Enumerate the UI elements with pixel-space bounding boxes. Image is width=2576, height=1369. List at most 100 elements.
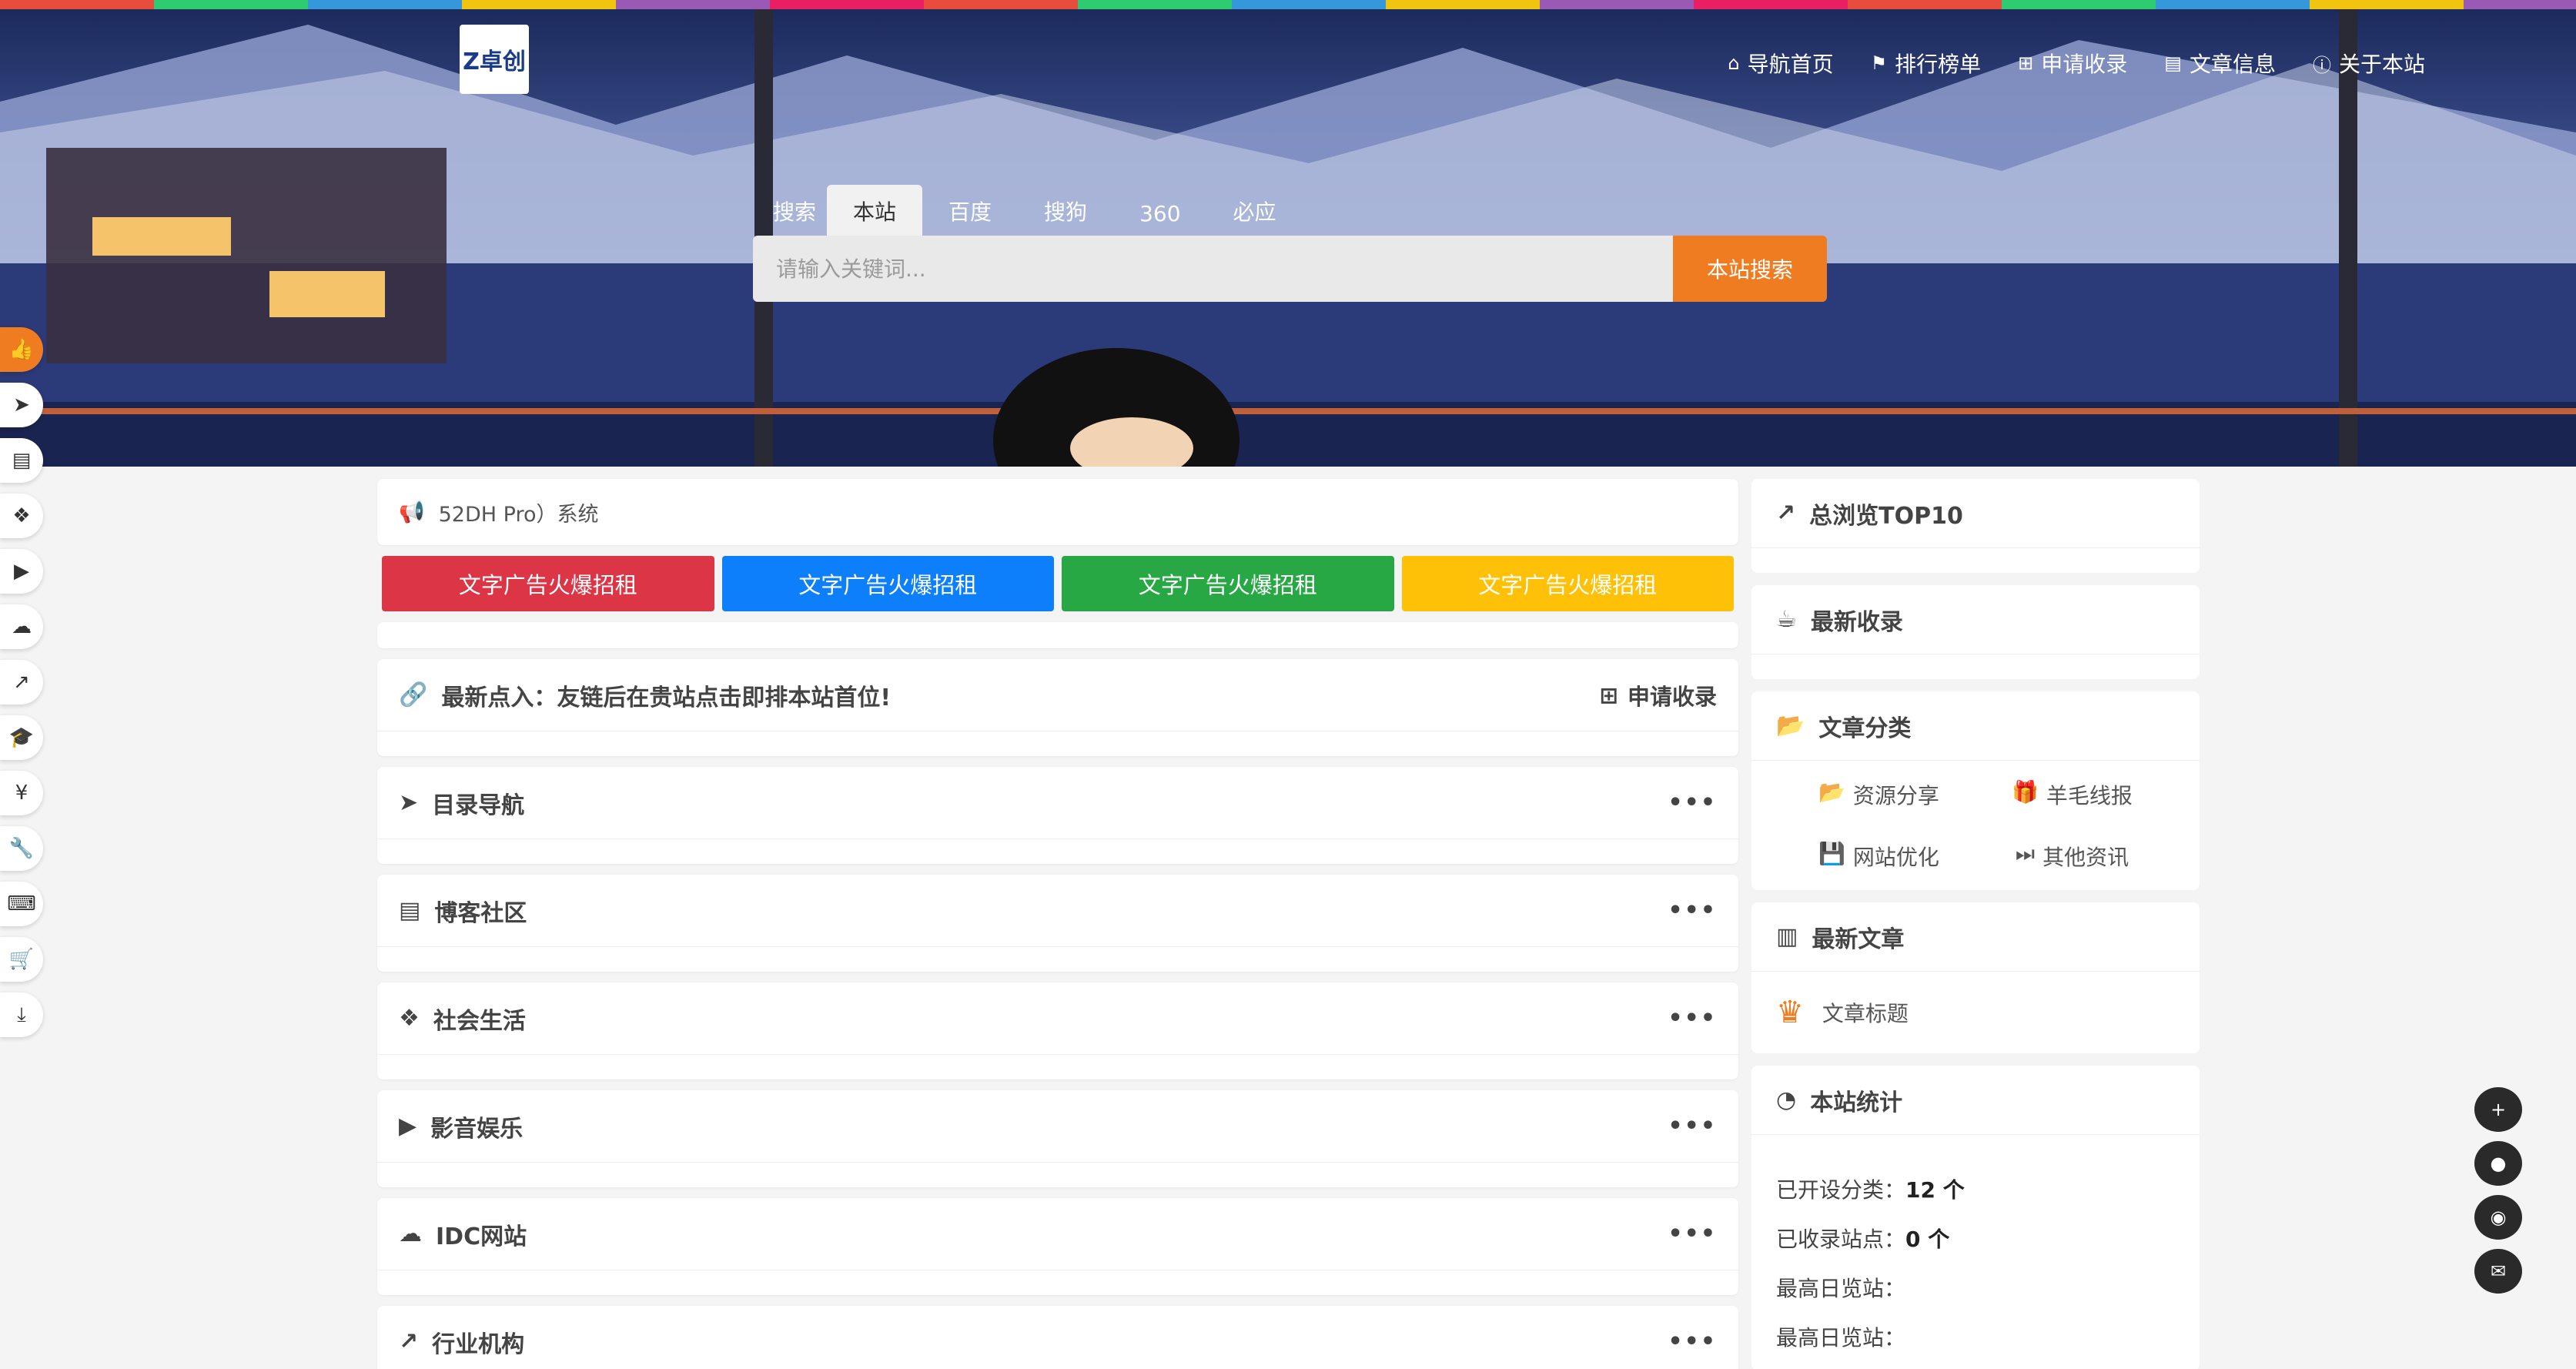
sidebar-wrench[interactable]: 🔧 bbox=[0, 826, 43, 871]
cubes-icon: ❖ bbox=[399, 1005, 420, 1032]
section-card: ☁ IDC网站 ••• bbox=[377, 1198, 1738, 1295]
article-item[interactable]: ♛ 文章标题 bbox=[1751, 972, 2200, 1053]
mail-button[interactable]: ✉ bbox=[2474, 1249, 2522, 1294]
search-box: 本站搜索 bbox=[753, 236, 1827, 302]
thumbs-up-icon: 👍 bbox=[8, 338, 35, 361]
more-icon[interactable]: ••• bbox=[1668, 789, 1717, 816]
apply-link[interactable]: ⊞ 申请收录 bbox=[1600, 679, 1717, 711]
nav-articles[interactable]: ▤ 文章信息 bbox=[2164, 48, 2276, 79]
sidebar-keyboard[interactable]: ⌨ bbox=[0, 882, 43, 926]
link-icon: 🔗 bbox=[399, 681, 428, 708]
top-nav: ⌂ 导航首页 ⚑ 排行榜单 ⊞ 申请收录 ▤ 文章信息 ⓘ 关于本站 bbox=[1728, 48, 2425, 79]
sidebar-youtube[interactable]: ▶ bbox=[0, 549, 43, 594]
tab-bing[interactable]: 必应 bbox=[1207, 185, 1303, 237]
article-category-header: 📂 文章分类 bbox=[1751, 691, 2200, 761]
download-icon: ⤓ bbox=[17, 1002, 26, 1026]
category-deals[interactable]: 🎁 羊毛线报 bbox=[1975, 779, 2169, 810]
sidebar-line-chart[interactable]: ↗ bbox=[0, 660, 43, 705]
latest-articles-card: ▥ 最新文章 ♛ 文章标题 bbox=[1751, 902, 2200, 1053]
more-icon[interactable]: ••• bbox=[1668, 1328, 1717, 1355]
wechat-button[interactable]: ◉ bbox=[2474, 1195, 2522, 1240]
nav-ranking[interactable]: ⚑ 排行榜单 bbox=[1871, 48, 1982, 79]
section-card: ↗ 行业机构 ••• bbox=[377, 1306, 1738, 1369]
section-title: 行业机构 bbox=[432, 1331, 525, 1358]
latest-in-header: 🔗 最新点入：友链后在贵站点击即排本站首位! ⊞ 申请收录 bbox=[377, 659, 1738, 731]
right-sidebar: ↗ 总浏览TOP10 ☕ 最新收录 📂 文章分类 📂 资源分享 🎁 羊毛线报 💾 网站优化 … bbox=[1751, 479, 2200, 1369]
ad-slot-1[interactable]: 文字广告火爆招租 bbox=[382, 556, 714, 611]
latest-articles-header: ▥ 最新文章 bbox=[1751, 902, 2200, 972]
section-card: ▶ 影音娱乐 ••• bbox=[377, 1090, 1738, 1187]
sidebar-thumbs-up[interactable]: 👍 bbox=[0, 327, 43, 372]
more-icon[interactable]: ••• bbox=[1668, 1005, 1717, 1032]
sidebar-yen[interactable]: ¥ bbox=[0, 771, 43, 815]
crown-icon: ♛ bbox=[1776, 995, 1804, 1030]
gift-icon: 🎁 bbox=[2012, 779, 2039, 805]
add-button[interactable]: + bbox=[2474, 1087, 2522, 1132]
section-header: ❖ 社会生活 ••• bbox=[377, 982, 1738, 1055]
top10-header: ↗ 总浏览TOP10 bbox=[1751, 479, 2200, 548]
category-other-news[interactable]: ⏭ 其他资讯 bbox=[1975, 841, 2169, 872]
stat-categories: 已开设分类：12 个 bbox=[1776, 1177, 1965, 1203]
section-header: ▤ 博客社区 ••• bbox=[377, 875, 1738, 947]
paper-plane-icon: ➤ bbox=[399, 789, 419, 816]
file-icon: ▤ bbox=[12, 449, 32, 472]
fast-forward-icon: ⏭ bbox=[2015, 841, 2036, 866]
category-resource-share[interactable]: 📂 资源分享 bbox=[1782, 779, 1975, 810]
home-icon: ⌂ bbox=[1728, 52, 1740, 74]
cart-icon: 🛒 bbox=[8, 948, 35, 971]
category-seo[interactable]: 💾 网站优化 bbox=[1782, 841, 1975, 872]
more-icon[interactable]: ••• bbox=[1668, 897, 1717, 924]
tab-site[interactable]: 本站 bbox=[827, 185, 923, 237]
tab-baidu[interactable]: 百度 bbox=[922, 185, 1018, 237]
nav-apply[interactable]: ⊞ 申请收录 bbox=[2018, 48, 2127, 79]
cloud-icon: ☁ bbox=[12, 615, 32, 638]
coffee-icon: ☕ bbox=[1776, 606, 1797, 633]
sidebar-download[interactable]: ⤓ bbox=[0, 992, 43, 1037]
notice-bar: 📢 52DH Pro）系统 bbox=[377, 479, 1738, 545]
sidebar-cloud[interactable]: ☁ bbox=[0, 604, 43, 649]
line-chart-icon: ↗ bbox=[1776, 500, 1796, 527]
youtube-icon: ▶ bbox=[14, 560, 29, 583]
top-color-stripe bbox=[0, 0, 2576, 9]
search-engine-tabs: 搜索 本站 百度 搜狗 360 必应 bbox=[762, 185, 1303, 237]
ad-slot-3[interactable]: 文字广告火爆招租 bbox=[1062, 556, 1394, 611]
cloud-icon: ☁ bbox=[399, 1220, 422, 1247]
nav-home[interactable]: ⌂ 导航首页 bbox=[1728, 48, 1833, 79]
keyboard-icon: ⌨ bbox=[7, 892, 36, 915]
site-logo[interactable]: Z卓创 bbox=[460, 25, 529, 94]
tab-sogou[interactable]: 搜狗 bbox=[1018, 185, 1113, 237]
floating-buttons: + ● ◉ ✉ bbox=[2474, 1087, 2522, 1294]
yen-icon: ¥ bbox=[15, 782, 28, 805]
qq-button[interactable]: ● bbox=[2474, 1141, 2522, 1186]
category-grid: 📂 资源分享 🎁 羊毛线报 💾 网站优化 ⏭ 其他资讯 bbox=[1751, 761, 2200, 890]
ad-slot-2[interactable]: 文字广告火爆招租 bbox=[721, 556, 1054, 611]
hero-banner: Z卓创 ⌂ 导航首页 ⚑ 排行榜单 ⊞ 申请收录 ▤ 文章信息 ⓘ 关于本站 搜索 本站 … bbox=[0, 9, 2576, 467]
plus-square-icon: ⊞ bbox=[1599, 681, 1618, 708]
sidebar-cubes[interactable]: ❖ bbox=[0, 494, 43, 538]
pie-chart-icon: ◔ bbox=[1776, 1086, 1797, 1113]
cubes-icon: ❖ bbox=[12, 504, 31, 527]
section-title: 社会生活 bbox=[433, 1007, 526, 1035]
qq-icon: ● bbox=[2490, 1153, 2507, 1174]
section-header: ➤ 目录导航 ••• bbox=[377, 767, 1738, 839]
search-label: 搜索 bbox=[773, 199, 817, 225]
search-input[interactable] bbox=[753, 236, 1673, 302]
sidebar-cart[interactable]: 🛒 bbox=[0, 937, 43, 982]
site-stats-card: ◔ 本站统计 已开设分类：12 个 已收录站点：0 个 最高日览站： 最高日览站： bbox=[1751, 1066, 2200, 1369]
article-category-card: 📂 文章分类 📂 资源分享 🎁 羊毛线报 💾 网站优化 ⏭ 其他资讯 bbox=[1751, 691, 2200, 890]
info-icon: ⓘ bbox=[2312, 54, 2331, 76]
search-button[interactable]: 本站搜索 bbox=[1673, 236, 1827, 302]
sidebar-file[interactable]: ▤ bbox=[0, 438, 43, 483]
section-card: ▤ 博客社区 ••• bbox=[377, 875, 1738, 972]
tab-360[interactable]: 360 bbox=[1113, 190, 1206, 237]
ad-slot-4[interactable]: 文字广告火爆招租 bbox=[1401, 556, 1734, 611]
section-card: ➤ 目录导航 ••• bbox=[377, 767, 1738, 864]
line-chart-icon: ↗ bbox=[399, 1328, 419, 1355]
paper-plane-icon: ➤ bbox=[13, 393, 30, 417]
sidebar-graduation-cap[interactable]: 🎓 bbox=[0, 715, 43, 760]
plus-icon: + bbox=[2490, 1099, 2507, 1120]
nav-about[interactable]: ⓘ 关于本站 bbox=[2313, 48, 2425, 79]
more-icon[interactable]: ••• bbox=[1668, 1220, 1717, 1247]
sidebar-paper-plane[interactable]: ➤ bbox=[0, 383, 43, 427]
more-icon[interactable]: ••• bbox=[1668, 1113, 1717, 1140]
